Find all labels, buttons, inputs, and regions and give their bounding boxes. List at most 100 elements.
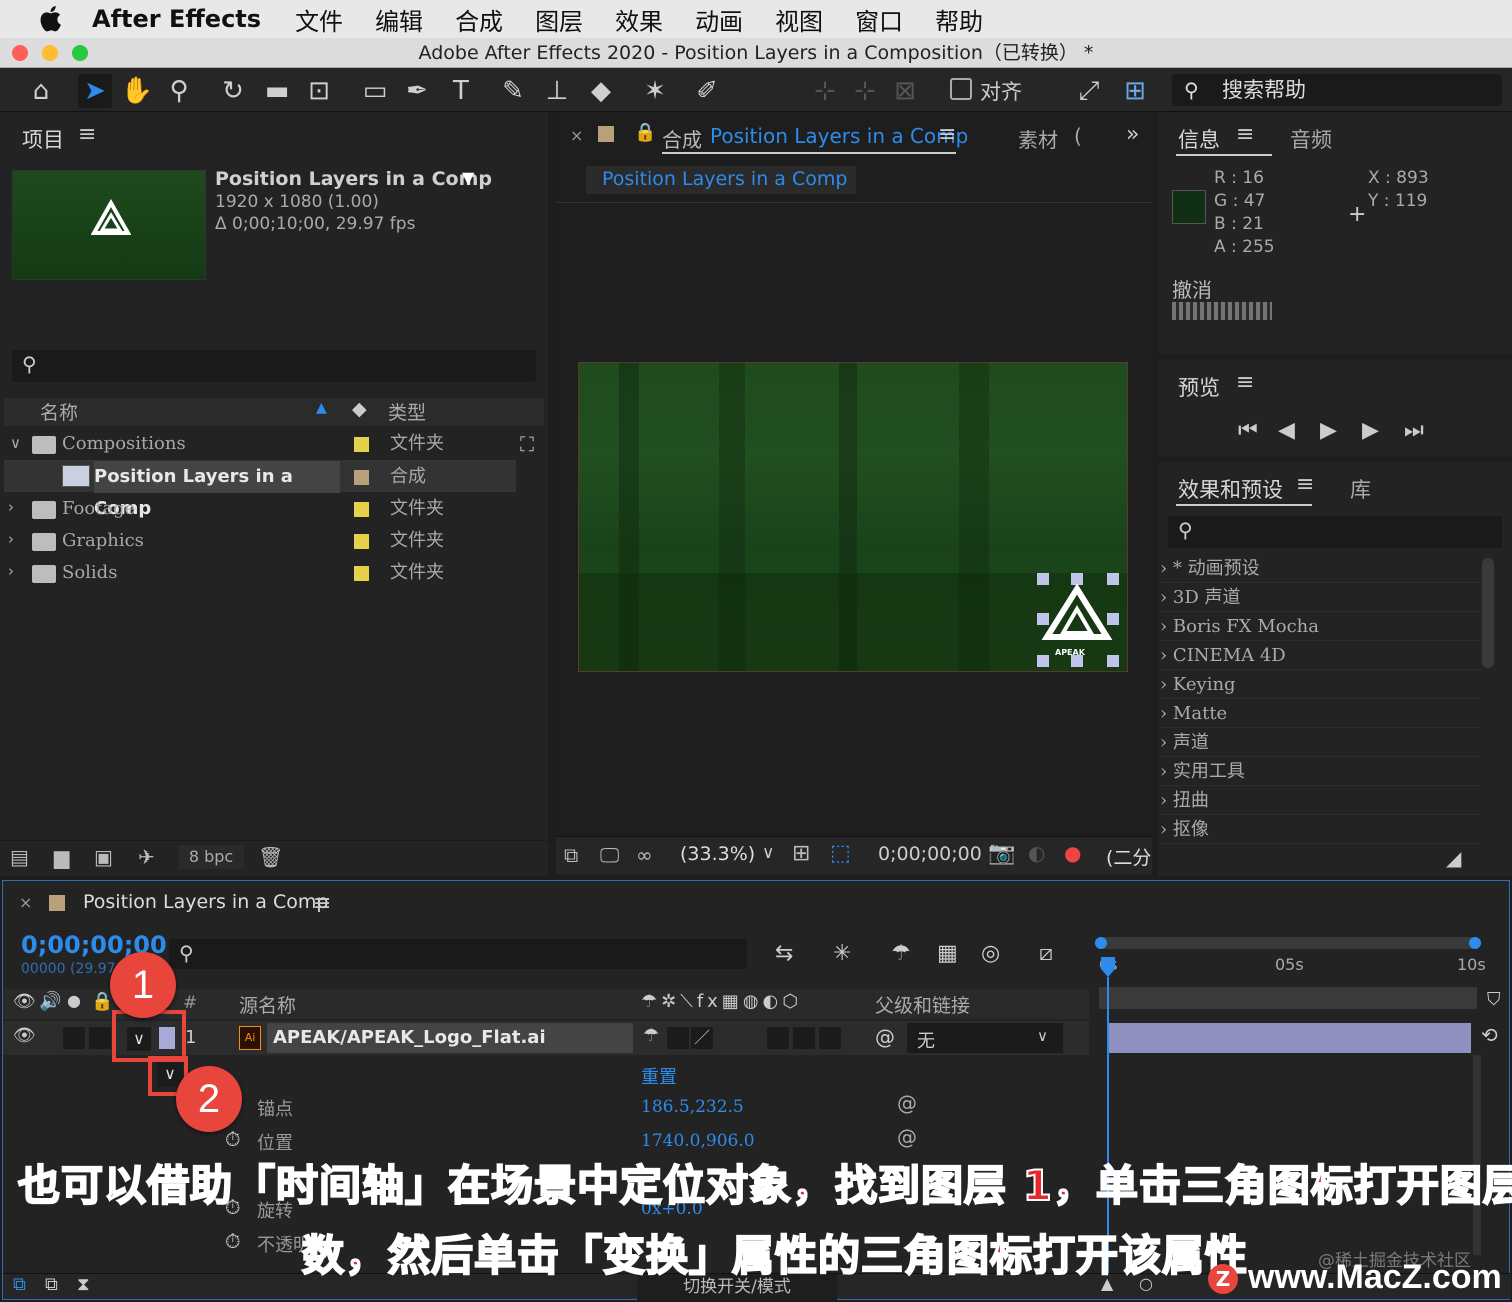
previous-frame-icon[interactable]: ◀	[1278, 418, 1295, 443]
3d-layer-switch[interactable]	[819, 1027, 841, 1049]
close-window-button[interactable]	[12, 45, 28, 61]
effect-category-item[interactable]: › * 动画预设	[1160, 554, 1480, 583]
color-channels-icon[interactable]: ●	[1064, 841, 1081, 865]
menu-composition[interactable]: 合成	[455, 2, 503, 37]
collapse-switch[interactable]	[667, 1027, 689, 1049]
new-preset-icon[interactable]: ◢	[1446, 846, 1461, 870]
axis-view-icon[interactable]: ⊠	[888, 74, 922, 108]
project-item-compositions[interactable]: Compositions	[62, 428, 342, 460]
chevron-down-icon[interactable]: ∨	[762, 843, 774, 863]
solo-icon[interactable]: ●	[67, 991, 81, 1010]
panel-menu-icon[interactable]: ≡	[1236, 370, 1254, 395]
expand-icon[interactable]: ⤢	[1072, 74, 1106, 108]
motion-blur-icon[interactable]: ◎	[981, 941, 1000, 966]
stopwatch-icon[interactable]: ⏱	[225, 1229, 241, 1253]
show-snapshot-icon[interactable]: ◐	[1028, 841, 1045, 865]
adjust-project-icon[interactable]: ✈	[138, 845, 155, 869]
comp-marker-icon[interactable]: ⛉	[1487, 989, 1501, 1010]
preview-title[interactable]: 预览	[1178, 372, 1220, 402]
pan-behind-tool-icon[interactable]: ⊡	[302, 74, 336, 108]
zoom-tool-icon[interactable]: ⚲	[162, 74, 196, 108]
adjustment-switch[interactable]	[793, 1027, 815, 1049]
close-tab-icon[interactable]: ×	[570, 126, 583, 145]
label-color-swatch[interactable]	[354, 470, 369, 485]
shy-switch-icon[interactable]: ☂	[643, 1025, 659, 1046]
align-checkbox[interactable]	[950, 78, 972, 100]
rectangle-tool-icon[interactable]: ▭	[358, 74, 392, 108]
frame-blending-icon[interactable]: ▦	[937, 941, 958, 966]
panel-menu-icon[interactable]: ≡	[78, 122, 96, 147]
effect-category-item[interactable]: › Matte	[1160, 699, 1480, 728]
search-help-input[interactable]: ⚲ 搜索帮助	[1172, 74, 1502, 106]
eye-icon[interactable]: 👁	[13, 991, 36, 1012]
playhead-handle[interactable]	[1101, 957, 1115, 977]
timeline-search-input[interactable]: ⚲	[169, 939, 747, 969]
axis-world-icon[interactable]: ⊹	[848, 74, 882, 108]
effect-category-item[interactable]: › CINEMA 4D	[1160, 641, 1480, 670]
comp-info-name[interactable]: Position Layers in a Comp	[215, 168, 492, 190]
more-tabs-icon[interactable]: »	[1126, 122, 1139, 147]
label-color-swatch[interactable]	[354, 534, 369, 549]
next-frame-icon[interactable]: ▶	[1362, 418, 1379, 443]
lock-toggle[interactable]	[89, 1027, 111, 1049]
undo-label[interactable]: 撤消	[1172, 274, 1212, 303]
solo-toggle[interactable]	[63, 1027, 85, 1049]
expand-chevron-icon[interactable]: ∨	[10, 434, 21, 452]
close-tab-icon[interactable]: ×	[19, 893, 32, 912]
effect-category-item[interactable]: › 实用工具	[1160, 757, 1480, 786]
transform-reset-link[interactable]: 重置	[641, 1063, 677, 1089]
effects-search-input[interactable]: ⚲	[1168, 516, 1502, 548]
eye-icon[interactable]: 👁	[13, 1025, 36, 1046]
zoom-level[interactable]: (33.3%)	[680, 843, 755, 865]
tab-info[interactable]: 信息	[1178, 124, 1220, 154]
monitor-icon[interactable]: 🖵	[600, 843, 619, 867]
menu-app-name[interactable]: After Effects	[92, 5, 261, 33]
panel-menu-icon[interactable]: ≡	[1296, 472, 1314, 497]
apple-logo-icon[interactable]	[34, 4, 70, 34]
new-composition-icon[interactable]: ▣	[94, 845, 113, 869]
effects-scrollbar[interactable]	[1482, 558, 1494, 668]
roto-brush-tool-icon[interactable]: ✶	[638, 74, 672, 108]
timeline-tab-name[interactable]: Position Layers in a Comp	[83, 891, 328, 913]
hand-tool-icon[interactable]: ✋	[120, 74, 154, 108]
flowchart-icon[interactable]: ⛶	[520, 432, 534, 456]
lock-icon[interactable]: 🔒	[91, 991, 113, 1012]
collapse-chevron-icon[interactable]: ›	[8, 530, 14, 548]
menu-file[interactable]: 文件	[295, 2, 343, 37]
col-parent-header[interactable]: 父级和链接	[875, 991, 970, 1018]
label-color-swatch[interactable]	[354, 502, 369, 517]
menu-edit[interactable]: 编辑	[375, 2, 423, 37]
effect-category-item[interactable]: › Boris FX Mocha	[1160, 612, 1480, 641]
mask-visibility-icon[interactable]: ∞	[636, 843, 653, 867]
expression-pickwhip-icon[interactable]: @	[897, 1091, 917, 1115]
tab-audio[interactable]: 音频	[1290, 124, 1332, 154]
bpc-button[interactable]: 8 bpc	[178, 845, 244, 869]
axis-local-icon[interactable]: ⊹	[808, 74, 842, 108]
effect-category-item[interactable]: › Keying	[1160, 670, 1480, 699]
layer-duration-bar[interactable]	[1109, 1023, 1471, 1053]
selection-tool-icon[interactable]: ➤	[78, 74, 112, 108]
menu-layer[interactable]: 图层	[535, 2, 583, 37]
panel-menu-icon[interactable]: ≡	[1236, 122, 1254, 147]
project-item-comp[interactable]: Position Layers in a Comp	[94, 461, 340, 519]
resolution-partial[interactable]: (二分	[1106, 843, 1151, 870]
sort-ascending-icon[interactable]: ▲	[316, 400, 327, 416]
navigator-start-handle[interactable]	[1095, 937, 1107, 949]
menu-window[interactable]: 窗口	[855, 2, 903, 37]
interpret-footage-icon[interactable]: ▤	[10, 845, 29, 869]
transfer-controls-icon[interactable]: ⧉	[45, 1274, 58, 1295]
always-preview-icon[interactable]: ⧉	[564, 843, 578, 867]
collapse-chevron-icon[interactable]: ›	[8, 498, 14, 516]
effect-category-item[interactable]: › 扭曲	[1160, 786, 1480, 815]
footage-tab[interactable]: 素材	[1018, 124, 1058, 153]
first-frame-icon[interactable]: ⏮	[1238, 418, 1258, 443]
layer-name-field[interactable]: APEAK/APEAK_Logo_Flat.ai	[267, 1023, 633, 1053]
col-source-name-header[interactable]: 源名称	[239, 991, 296, 1018]
menu-effect[interactable]: 效果	[615, 2, 663, 37]
audio-icon[interactable]: 🔊	[39, 991, 61, 1012]
col-name-header[interactable]: 名称	[40, 398, 78, 425]
eraser-tool-icon[interactable]: ◆	[584, 74, 618, 108]
type-tool-icon[interactable]: T	[444, 74, 478, 108]
puppet-tool-icon[interactable]: ✐	[690, 74, 724, 108]
project-item-footage[interactable]: Footage	[62, 493, 342, 525]
